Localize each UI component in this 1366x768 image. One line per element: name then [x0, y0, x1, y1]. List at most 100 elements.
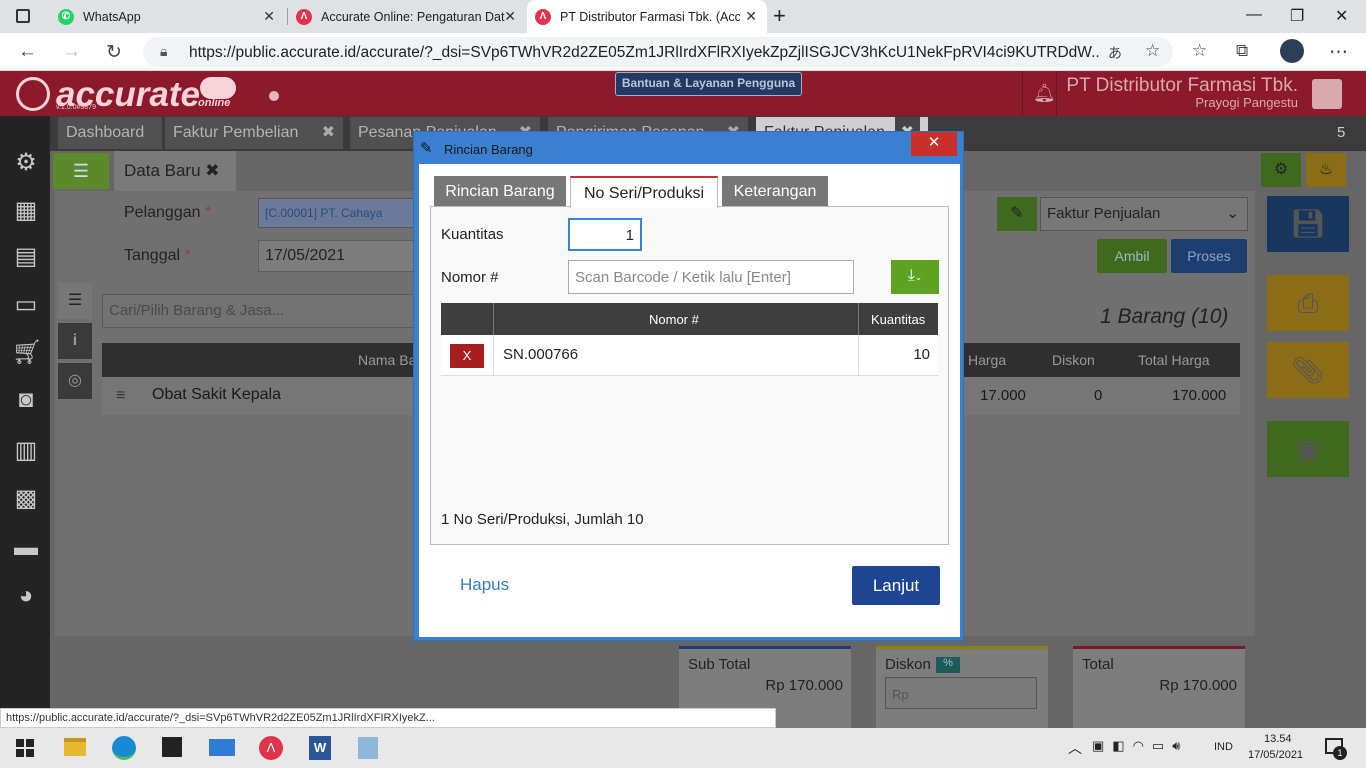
start-icon[interactable] [16, 739, 34, 757]
browser-tab-bar: ✆ WhatsApp ✕ Λ Accurate Online: Pengatur… [0, 0, 1366, 33]
col-total: Total Harga [1138, 352, 1210, 368]
proses-button[interactable]: Proses [1171, 239, 1247, 273]
drag-handle-icon[interactable]: ≡ [116, 387, 125, 405]
settings-button[interactable]: ⚙ [1261, 153, 1301, 187]
detail-tab-items[interactable]: ☰ [58, 283, 92, 319]
tab-count[interactable]: 5 [1337, 124, 1345, 141]
tab-no-seri[interactable]: No Seri/Produksi [570, 176, 718, 208]
tray-chevron-icon[interactable]: ︿ [1068, 738, 1082, 758]
help-button[interactable]: Bantuan & Layanan Pengguna [615, 72, 802, 96]
diskon-box: Diskon % Rp [876, 646, 1048, 730]
bank-icon[interactable]: ▭ [12, 290, 40, 318]
clock-time[interactable]: 13.54 [1264, 733, 1292, 745]
tab-keterangan[interactable]: Keterangan [722, 176, 828, 207]
diskon-percent-toggle[interactable]: % [936, 657, 960, 673]
pelanggan-field[interactable]: [C.00001] PT. Cahaya [258, 198, 418, 228]
kuantitas-input[interactable]: 1 [568, 218, 642, 251]
tanggal-label-text: Tanggal [124, 247, 181, 264]
list-view-button[interactable]: ☰ [53, 153, 109, 189]
print-button[interactable]: ⎙ [1267, 275, 1349, 331]
language-indicator[interactable]: IND [1214, 741, 1233, 753]
clock-date[interactable]: 17/05/2021 [1248, 749, 1303, 761]
diskon-input[interactable]: Rp [885, 677, 1037, 709]
new-tab-icon[interactable]: + [773, 3, 786, 29]
dialog-title: Rincian Barang [444, 142, 533, 157]
import-button[interactable]: ⤓⌄ [891, 260, 939, 294]
tools-button[interactable]: ▣ [1267, 421, 1349, 477]
inventory-icon[interactable]: ▥ [12, 436, 40, 464]
left-sidebar: ⚙ ▦ ▤ ▭ 🛒︎ ◙ ▥ ▩ ▬ ◕ [0, 116, 50, 730]
more-icon[interactable]: ⋯ [1329, 41, 1348, 64]
accurate-app-icon[interactable]: Λ [259, 736, 283, 760]
bag-icon[interactable]: ◙ [12, 386, 40, 414]
type-select[interactable]: Faktur Penjualan ⌄ [1040, 197, 1248, 231]
item-search-input[interactable]: Cari/Pilih Barang & Jasa... [102, 294, 422, 328]
forward-icon[interactable]: → [62, 41, 81, 63]
favorites-icon[interactable]: ☆ [1192, 41, 1207, 61]
browser-tab-active[interactable]: Λ PT Distributor Farmasi Tbk. (Accu ✕ [527, 0, 767, 33]
back-icon[interactable]: ← [18, 41, 37, 63]
doc-tab[interactable]: Data Baru ✖ [114, 151, 236, 191]
mail-icon[interactable] [209, 739, 235, 756]
browser-tab-whatsapp[interactable]: ✆ WhatsApp ✕ [50, 0, 285, 33]
tray-icons[interactable]: ▣◧◠▭🔊︎ [1092, 738, 1188, 754]
save-button[interactable]: 💾︎ [1267, 196, 1349, 252]
tab-faktur-pembelian[interactable]: Faktur Pembelian ✖ [165, 117, 343, 149]
tab-rincian-barang[interactable]: Rincian Barang [434, 176, 566, 207]
lock-icon: 🔒︎ [160, 43, 168, 59]
window-menu-icon[interactable] [16, 9, 30, 23]
serial-qty[interactable]: 10 [913, 346, 930, 363]
close-window-icon[interactable]: ✕ [1335, 6, 1348, 26]
close-icon[interactable]: ✖ [205, 161, 219, 180]
url-field[interactable]: 🔒︎ https://public.accurate.id/accurate/?… [143, 37, 1173, 67]
modules-icon[interactable]: ▦ [12, 196, 40, 224]
report-pie-icon[interactable]: ◕ [12, 582, 40, 610]
restore-icon[interactable]: ❐ [1290, 6, 1304, 26]
assets-icon[interactable]: ▩ [12, 484, 40, 512]
translate-icon[interactable]: あ [1108, 43, 1122, 63]
reload-icon[interactable]: ↻ [106, 41, 122, 64]
ledger-icon[interactable]: ▤ [12, 242, 40, 270]
tab-label: Faktur Pembelian [173, 124, 299, 141]
detail-tab-cost[interactable]: ◎ [58, 363, 92, 399]
delete-row-button[interactable]: X [450, 344, 484, 368]
file-explorer-icon[interactable] [64, 738, 86, 756]
tab-dashboard[interactable]: Dashboard [58, 117, 162, 149]
edge-icon[interactable] [112, 736, 136, 760]
profile-avatar[interactable] [1280, 39, 1304, 63]
accurate-icon: Λ [535, 8, 551, 25]
bell-icon[interactable]: 🔔︎ [1033, 83, 1056, 104]
attachment-button[interactable]: 📎︎ [1267, 342, 1349, 398]
tax-icon[interactable]: ▬ [12, 534, 40, 562]
total-value: Rp 170.000 [1159, 677, 1237, 694]
store-icon[interactable] [162, 737, 182, 757]
add-favorite-icon[interactable]: ☆ [1145, 41, 1160, 61]
header-divider [1056, 71, 1057, 116]
close-icon[interactable]: ✕ [263, 8, 275, 25]
serial-number[interactable]: SN.000766 [503, 346, 578, 363]
lanjut-button[interactable]: Lanjut [852, 566, 940, 605]
detail-tab-info[interactable]: i [58, 323, 92, 359]
notepad-icon[interactable] [358, 737, 378, 759]
hapus-link[interactable]: Hapus [460, 575, 509, 595]
user-avatar-icon[interactable] [1312, 79, 1342, 109]
dialog-close-button[interactable]: ✕ [911, 132, 957, 156]
browser-tab-pengaturan[interactable]: Λ Accurate Online: Pengaturan Dat ✕ [288, 0, 526, 33]
chevron-down-icon: ⌄ [1226, 205, 1239, 222]
pelanggan-label: Pelanggan * [124, 204, 212, 221]
close-icon[interactable]: ✖ [322, 117, 335, 149]
nomor-input[interactable]: Scan Barcode / Ketik lalu [Enter] [568, 260, 854, 294]
cart-icon[interactable]: 🛒︎ [12, 338, 42, 366]
tanggal-field[interactable]: 17/05/2021 [258, 240, 418, 272]
tips-button[interactable]: ♨ [1306, 153, 1346, 187]
word-icon[interactable]: W [309, 736, 331, 760]
header-divider [1022, 71, 1023, 116]
close-icon[interactable]: ✕ [745, 8, 757, 25]
edit-type-button[interactable]: ✎ [997, 197, 1037, 231]
item-count: 1 Barang (10) [1100, 305, 1229, 328]
minimize-icon[interactable]: — [1246, 6, 1262, 24]
ambil-button[interactable]: Ambil [1097, 239, 1167, 273]
collections-icon[interactable]: ⧉ [1236, 41, 1248, 61]
settings-gear-icon[interactable]: ⚙ [12, 148, 40, 176]
close-icon[interactable]: ✕ [504, 8, 516, 25]
